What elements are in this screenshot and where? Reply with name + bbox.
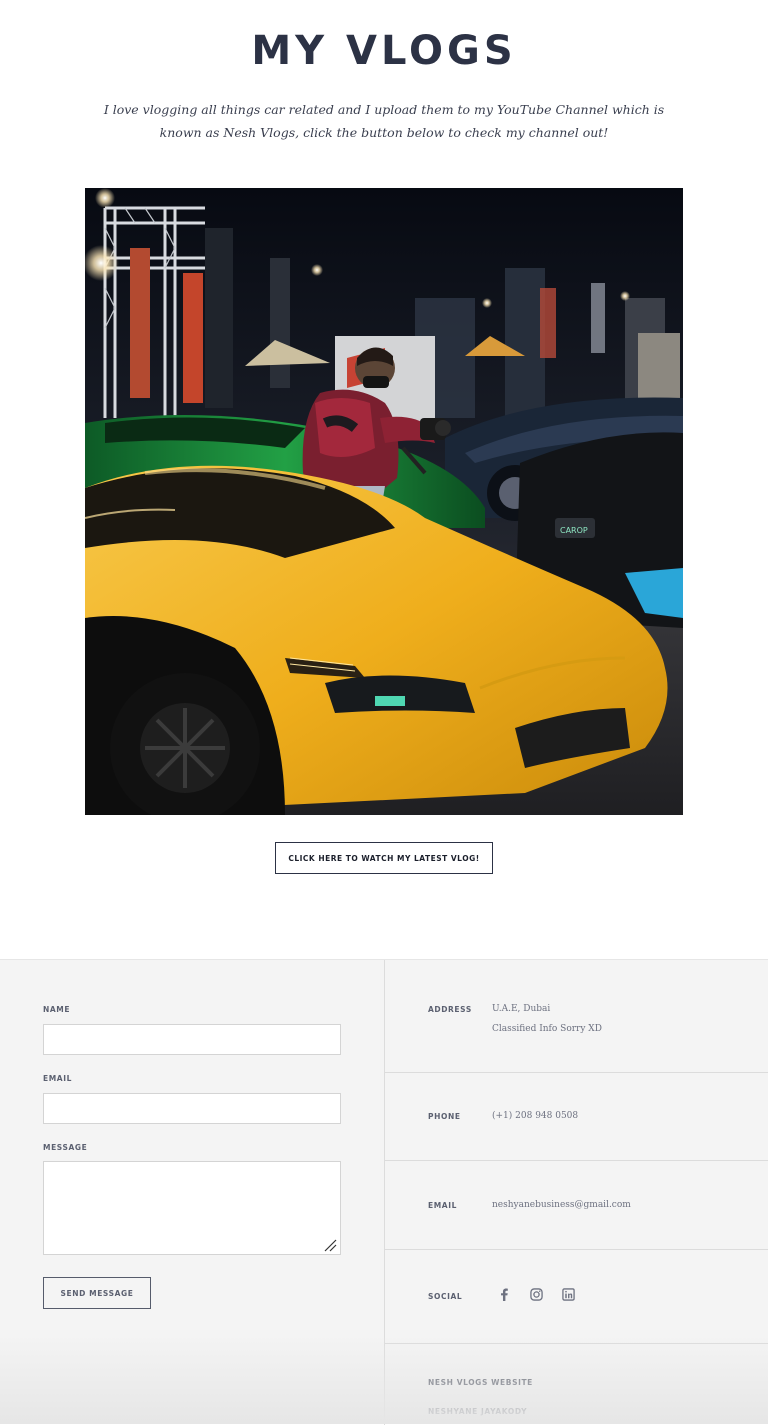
- address-label: ADDRESS: [428, 1005, 472, 1014]
- linkedin-icon[interactable]: [561, 1287, 575, 1301]
- footer-link-website[interactable]: NESH VLOGS WEBSITE: [428, 1378, 533, 1387]
- name-input[interactable]: [43, 1024, 341, 1055]
- car-sign-text: CAROP: [560, 526, 588, 535]
- message-label: MESSAGE: [43, 1143, 88, 1152]
- instagram-icon[interactable]: [529, 1287, 543, 1301]
- email-label: EMAIL: [43, 1074, 72, 1083]
- message-textarea[interactable]: [43, 1161, 341, 1255]
- address-line-1: U.A.E, Dubai: [492, 1004, 551, 1014]
- vlog-photo: CAROP: [85, 188, 683, 815]
- address-line-2: Classified Info Sorry XD: [492, 1024, 602, 1034]
- page-title: MY VLOGS: [251, 28, 517, 74]
- social-label: SOCIAL: [428, 1292, 463, 1301]
- info-separator: [385, 1343, 768, 1344]
- send-message-button[interactable]: SEND MESSAGE: [43, 1277, 151, 1309]
- facebook-icon[interactable]: [497, 1287, 511, 1301]
- contact-section: NAME EMAIL MESSAGE SEND MESSAGE ADDRESS …: [0, 959, 768, 1425]
- intro-text: I love vlogging all things car related a…: [103, 102, 665, 140]
- phone-label: PHONE: [428, 1112, 461, 1121]
- phone-row: PHONE (+1) 208 948 0508: [385, 1073, 768, 1160]
- social-row: SOCIAL: [385, 1250, 768, 1343]
- email-input[interactable]: [43, 1093, 341, 1124]
- resize-grip-icon[interactable]: [323, 1238, 337, 1252]
- name-label: NAME: [43, 1005, 71, 1014]
- email-value: neshyanebusiness@gmail.com: [492, 1200, 631, 1210]
- watch-latest-vlog-button[interactable]: CLICK HERE TO WATCH MY LATEST VLOG!: [275, 842, 493, 874]
- vlogs-section: MY VLOGS I love vlogging all things car …: [0, 0, 768, 959]
- phone-value: (+1) 208 948 0508: [492, 1111, 579, 1121]
- email-row: EMAIL neshyanebusiness@gmail.com: [385, 1161, 768, 1249]
- address-row: ADDRESS U.A.E, Dubai Classified Info Sor…: [385, 960, 768, 1072]
- footer-link-author[interactable]: NESHYANE JAYAKODY: [428, 1407, 527, 1416]
- email-info-label: EMAIL: [428, 1201, 457, 1210]
